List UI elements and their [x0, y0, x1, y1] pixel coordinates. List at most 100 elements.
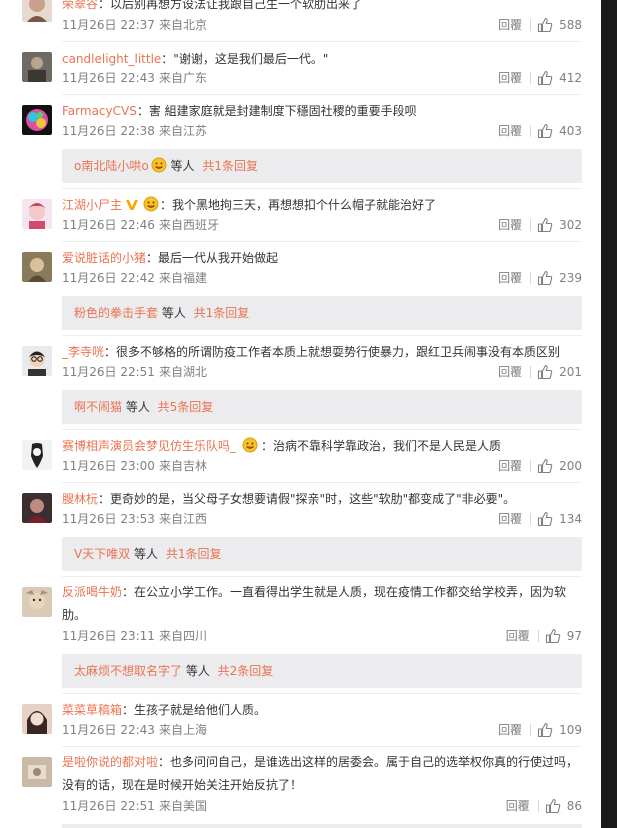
timestamp: 11月26日 22:46 [62, 218, 155, 232]
sub-reply-user[interactable]: o南北陆小哄o [74, 159, 149, 173]
comment-text: 害 組建家庭就是封建制度下穩固社稷的重要手段呗 [148, 104, 417, 118]
sub-reply-user[interactable]: V天下唯双 [74, 547, 130, 561]
thumbs-up-icon[interactable] [537, 458, 553, 474]
sub-reply-summary[interactable] [62, 824, 582, 828]
timestamp: 11月26日 23:00 [62, 459, 155, 473]
more-replies-link[interactable]: 共1条回复 [194, 306, 250, 320]
thumbs-up-icon[interactable] [537, 364, 553, 380]
reply-button[interactable]: 回覆 [498, 457, 522, 475]
more-replies-link[interactable]: 共1条回复 [166, 547, 222, 561]
username[interactable]: candlelight_little [62, 52, 161, 66]
reply-button[interactable]: 回覆 [498, 363, 522, 381]
username[interactable]: 赛博相声演员会梦见仿生乐队吗_ [62, 439, 236, 453]
thumbs-up-icon[interactable] [537, 217, 553, 233]
reply-button[interactable]: 回覆 [498, 216, 522, 234]
location: 来自上海 [158, 723, 207, 737]
thumbs-up-icon[interactable] [537, 123, 553, 139]
comment-text: 以后别再想方设法让我跟自己生一个软肋出来了 [110, 0, 363, 11]
reply-button[interactable]: 回覆 [498, 122, 522, 140]
comment-text: 最后一代从我开始做起 [158, 251, 279, 265]
comment-text: 在公立小学工作。一直看得出学生就是人质，现在疫情工作都交给学校弄，因为软肋。 [62, 585, 567, 622]
comment-text: 治病不靠科学靠政治，我们不是人民是人质 [273, 439, 502, 453]
timestamp: 11月26日 22:37 [62, 18, 155, 32]
avatar[interactable] [22, 493, 52, 523]
sub-reply-user[interactable]: 啊不闹猫 [74, 400, 122, 414]
avatar[interactable] [22, 199, 52, 229]
reply-button[interactable]: 回覆 [498, 721, 522, 739]
comment-text: 生孩子就是给他们人质。 [134, 703, 267, 717]
username[interactable]: 江湖小尸主 [62, 198, 122, 212]
like-count: 201 [559, 365, 582, 379]
avatar[interactable] [22, 704, 52, 734]
reply-button[interactable]: 回覆 [506, 627, 530, 645]
location: 来自江西 [158, 512, 207, 526]
comment-text: "谢谢，这是我们最后一代。" [173, 52, 329, 66]
avatar[interactable] [22, 105, 52, 135]
avatar[interactable] [22, 346, 52, 376]
sub-reply-user[interactable]: 太麻烦不想取名字了 [74, 664, 182, 678]
location: 来自美国 [158, 799, 207, 813]
like-count: 109 [559, 723, 582, 737]
username[interactable]: 反派喝牛奶 [62, 585, 122, 599]
timestamp: 11月26日 22:43 [62, 723, 155, 737]
smiley-emoji-icon [242, 437, 258, 453]
location: 来自北京 [158, 18, 207, 32]
thumbs-up-icon[interactable] [545, 628, 561, 644]
comment-text: 我个黑地拘三天，再想想扣个什么帽子就能治好了 [172, 198, 437, 212]
more-replies-link[interactable]: 共5条回复 [158, 400, 214, 414]
reply-button[interactable]: 回覆 [506, 797, 530, 815]
avatar[interactable] [22, 252, 52, 282]
username[interactable]: 是啦你说的都对啦 [62, 755, 158, 769]
location: 来自福建 [158, 271, 207, 285]
thumbs-up-icon[interactable] [537, 70, 553, 86]
reply-button[interactable]: 回覆 [498, 16, 522, 34]
timestamp: 11月26日 22:43 [62, 71, 155, 85]
username[interactable]: _李寺咣 [62, 345, 104, 359]
like-count: 302 [559, 218, 582, 232]
username[interactable]: 膄林杬 [62, 492, 98, 506]
timestamp: 11月26日 22:51 [62, 365, 155, 379]
sub-reply-user[interactable]: 粉色的拳击手套 [74, 306, 158, 320]
location: 来自湖北 [158, 365, 207, 379]
sub-reply-summary[interactable]: o南北陆小哄o 等人 共1条回复 [62, 149, 582, 183]
timestamp: 11月26日 23:11 [62, 629, 155, 643]
reply-button[interactable]: 回覆 [498, 269, 522, 287]
avatar[interactable] [22, 440, 52, 470]
timestamp: 11月26日 23:53 [62, 512, 155, 526]
username[interactable]: 荣翠谷 [62, 0, 98, 11]
thumbs-up-icon[interactable] [537, 17, 553, 33]
comment-text: 很多不够格的所谓防疫工作者本质上就想耍势行使暴力，跟红卫兵闹事没有本质区别 [116, 345, 561, 359]
thumbs-up-icon[interactable] [537, 270, 553, 286]
comment-list: 荣翠谷：以后别再想方设法让我跟自己生一个软肋出来了 11月26日 22:37 来自… [0, 0, 601, 828]
reply-button[interactable]: 回覆 [498, 69, 522, 87]
more-replies-link[interactable]: 共2条回复 [218, 664, 274, 678]
location: 来自江苏 [158, 124, 207, 138]
sub-reply-summary[interactable]: V天下唯双 等人 共1条回复 [62, 537, 582, 571]
reply-button[interactable]: 回覆 [498, 510, 522, 528]
avatar[interactable] [22, 587, 52, 617]
username[interactable]: 菜菜草稿箱 [62, 703, 122, 717]
like-count: 97 [566, 629, 582, 643]
thumbs-up-icon[interactable] [537, 722, 553, 738]
avatar[interactable] [22, 757, 52, 787]
timestamp: 11月26日 22:38 [62, 124, 155, 138]
timestamp: 11月26日 22:51 [62, 799, 155, 813]
like-count: 86 [566, 799, 582, 813]
smiley-emoji-icon [151, 157, 167, 173]
sub-reply-summary[interactable]: 太麻烦不想取名字了 等人 共2条回复 [62, 654, 582, 688]
vip-v-icon [126, 200, 139, 210]
thumbs-up-icon[interactable] [537, 511, 553, 527]
more-replies-link[interactable]: 共1条回复 [202, 159, 258, 173]
avatar[interactable] [22, 0, 52, 22]
like-count: 200 [559, 459, 582, 473]
comment-text: 更奇妙的是，当父母子女想要请假"探亲"时，这些"软肋"都变成了"非必要"。 [110, 492, 516, 506]
sub-reply-summary[interactable]: 粉色的拳击手套 等人 共1条回复 [62, 296, 582, 330]
thumbs-up-icon[interactable] [545, 798, 561, 814]
location: 来自吉林 [158, 459, 207, 473]
username[interactable]: 爱说脏话的小猪 [62, 251, 146, 265]
username[interactable]: FarmacyCVS [62, 104, 137, 118]
like-count: 403 [559, 124, 582, 138]
avatar[interactable] [22, 52, 52, 82]
sub-reply-summary[interactable]: 啊不闹猫 等人 共5条回复 [62, 390, 582, 424]
scrollbar[interactable] [601, 0, 617, 828]
